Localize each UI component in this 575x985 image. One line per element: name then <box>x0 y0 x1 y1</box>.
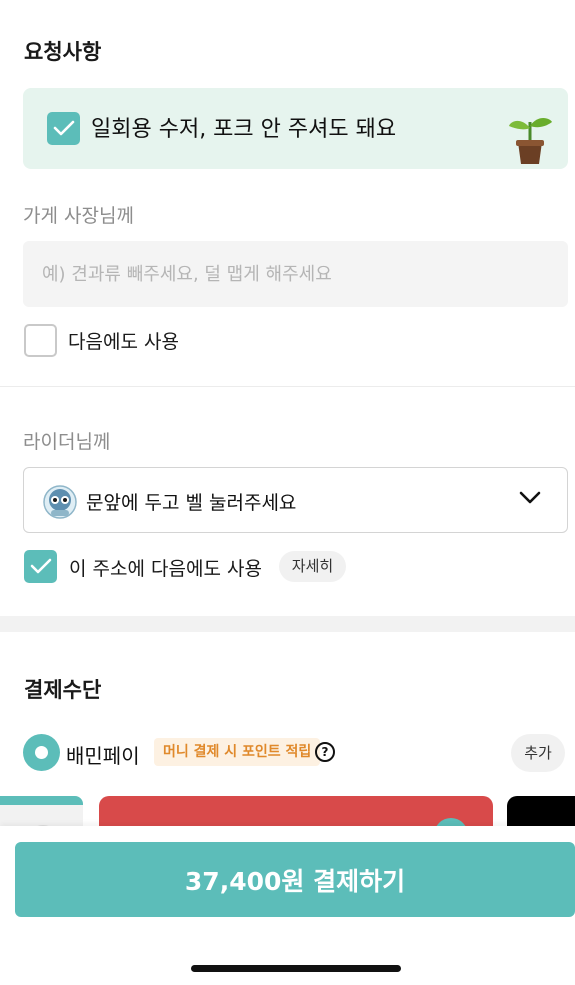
section-divider <box>0 616 575 632</box>
robot-avatar-icon <box>43 485 77 519</box>
rider-reuse-checkbox[interactable] <box>24 550 57 583</box>
home-indicator <box>191 965 401 972</box>
rider-request-label: 라이더님께 <box>23 431 111 453</box>
checkout-button[interactable]: 37,400원 결제하기 <box>15 842 575 917</box>
rider-request-value: 문앞에 두고 벨 눌러주세요 <box>86 492 297 514</box>
plant-icon <box>509 118 552 164</box>
baemin-pay-radio[interactable] <box>23 734 60 771</box>
check-icon <box>30 558 52 574</box>
baemin-pay-label: 배민페이 <box>66 744 140 768</box>
payment-section-title: 결제수단 <box>24 678 102 702</box>
store-request-label: 가게 사장님께 <box>23 205 134 227</box>
point-promo-badge: 머니 결제 시 포인트 적립 <box>154 738 321 766</box>
divider <box>0 386 575 387</box>
request-section-title: 요청사항 <box>24 40 102 64</box>
eco-option-label: 일회용 수저, 포크 안 주셔도 돼요 <box>91 117 397 142</box>
details-button[interactable]: 자세히 <box>279 551 346 582</box>
rider-reuse-label: 이 주소에 다음에도 사용 <box>69 558 262 580</box>
eco-option-checkbox[interactable] <box>47 112 80 145</box>
help-icon[interactable]: ? <box>315 742 335 762</box>
check-icon <box>53 120 75 136</box>
store-reuse-checkbox[interactable] <box>24 324 57 357</box>
store-request-input[interactable] <box>23 241 568 307</box>
chevron-down-icon <box>519 491 541 504</box>
store-reuse-label: 다음에도 사용 <box>68 331 179 353</box>
add-payment-button[interactable]: 추가 <box>511 734 565 772</box>
